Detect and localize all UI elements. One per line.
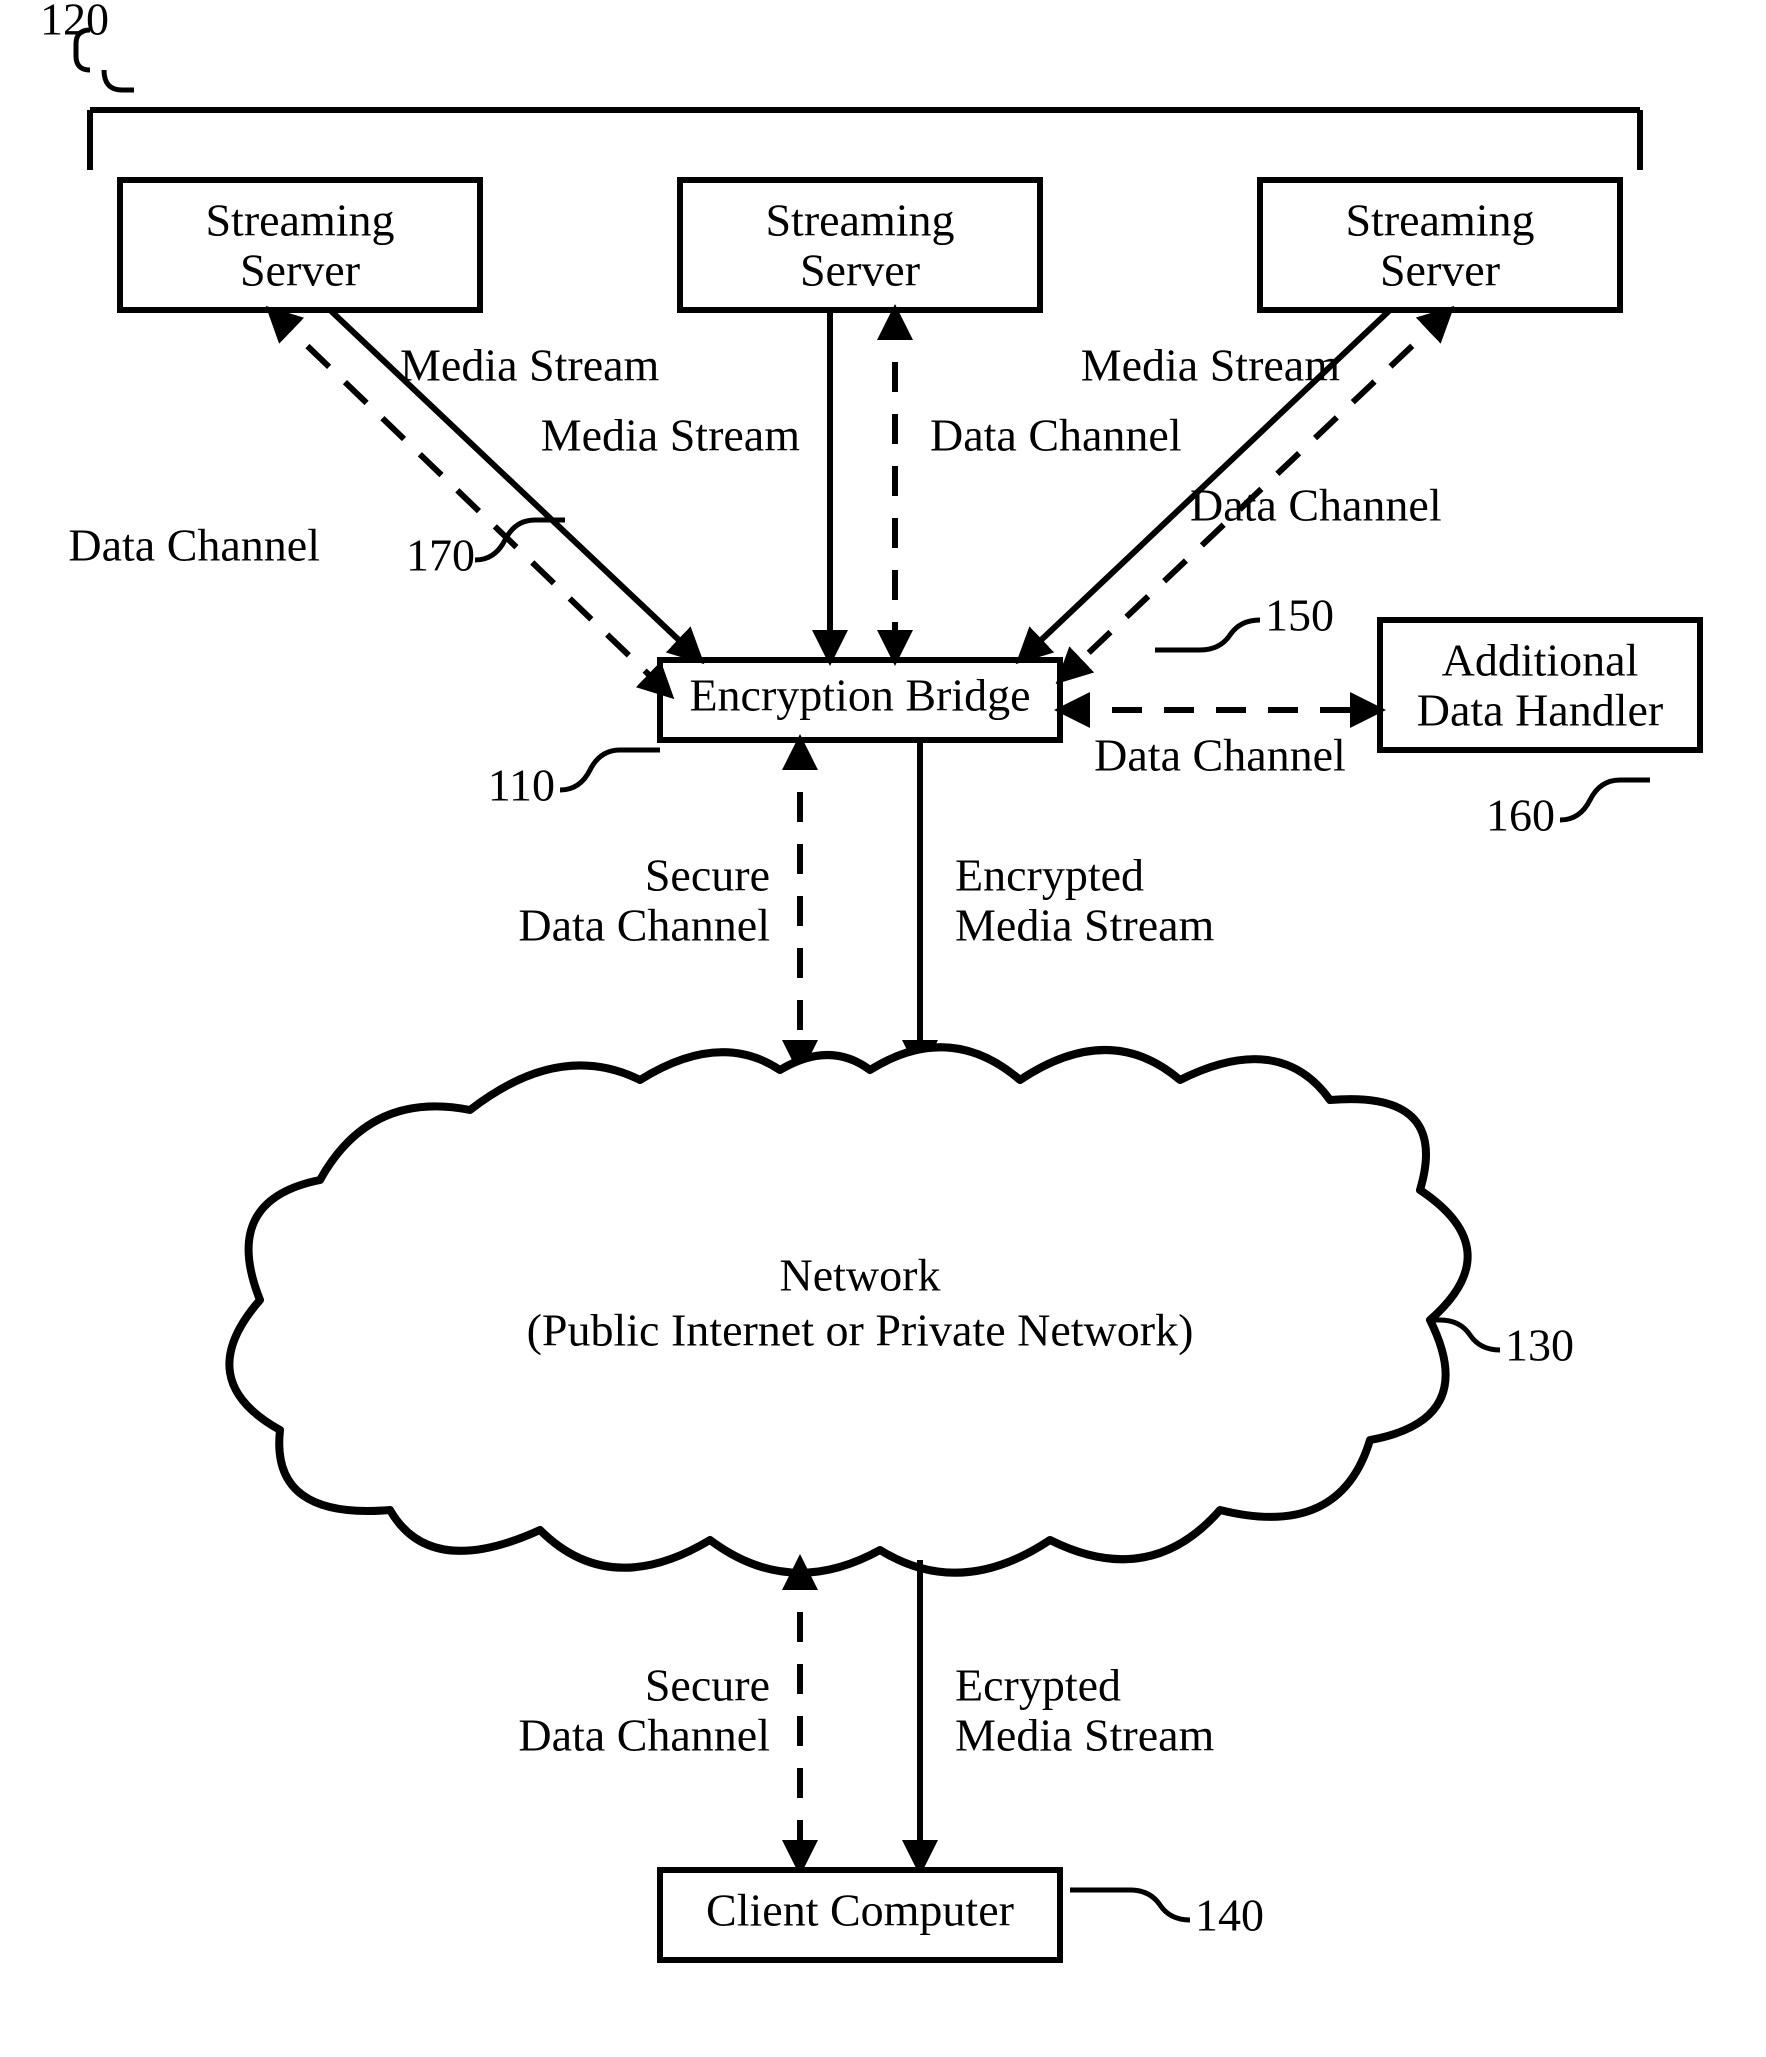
ref-120-label: 120 [40,0,109,45]
ref-130-label: 130 [1505,1320,1574,1371]
ref-110-label: 110 [488,760,555,811]
label-net-client-enc-2: Media Stream [955,1710,1215,1761]
label-net-client-secure-1: Secure [645,1660,770,1711]
ref-160: 160 [1486,780,1650,841]
ref-120: 120 [40,0,1640,170]
server1-line2: Server [240,245,360,296]
network-cloud: Network (Public Internet or Private Netw… [229,1047,1467,1572]
label-server3-data: Data Channel [1190,480,1442,531]
handler-line2: Data Handler [1417,685,1664,736]
label-net-client-secure-2: Data Channel [518,1710,770,1761]
server2-line2: Server [800,245,920,296]
ref-150-label: 150 [1265,590,1334,641]
streaming-server-1: Streaming Server [120,180,480,310]
server2-line1: Streaming [765,195,954,246]
label-server1-data: Data Channel [68,520,320,571]
handler-line1: Additional [1442,635,1639,686]
ref-110: 110 [488,750,660,811]
label-bridge-net-enc-1: Encrypted [955,850,1144,901]
client-computer: Client Computer [660,1870,1060,1960]
additional-data-handler: Additional Data Handler [1380,620,1700,750]
ref-140-label: 140 [1195,1890,1264,1941]
label-server1-media: Media Stream [400,340,660,391]
label-bridge-net-enc-2: Media Stream [955,900,1215,951]
bridge-label: Encryption Bridge [689,670,1030,721]
label-bridge-net-secure-2: Data Channel [518,900,770,951]
ref-150: 150 [1155,590,1334,650]
label-server2-data: Data Channel [930,410,1182,461]
network-line1: Network [780,1250,941,1301]
diagram-canvas: 120 Streaming Server Streaming Server St… [0,0,1766,2057]
client-label: Client Computer [706,1885,1014,1936]
label-bridge-net-secure-1: Secure [645,850,770,901]
label-server3-media: Media Stream [1081,340,1341,391]
ref-130: 130 [1430,1320,1574,1371]
encryption-bridge: Encryption Bridge [660,660,1060,740]
server1-line1: Streaming [205,195,394,246]
network-line2: (Public Internet or Private Network) [527,1305,1194,1356]
label-server2-media: Media Stream [541,410,801,461]
label-bridge-handler: Data Channel [1094,730,1346,781]
ref-170-label: 170 [406,530,475,581]
ref-160-label: 160 [1486,790,1555,841]
server3-line1: Streaming [1345,195,1534,246]
ref-140: 140 [1070,1890,1264,1941]
label-net-client-enc-1: Ecrypted [955,1660,1121,1711]
streaming-server-2: Streaming Server [680,180,1040,310]
streaming-server-3: Streaming Server [1260,180,1620,310]
server3-line2: Server [1380,245,1500,296]
